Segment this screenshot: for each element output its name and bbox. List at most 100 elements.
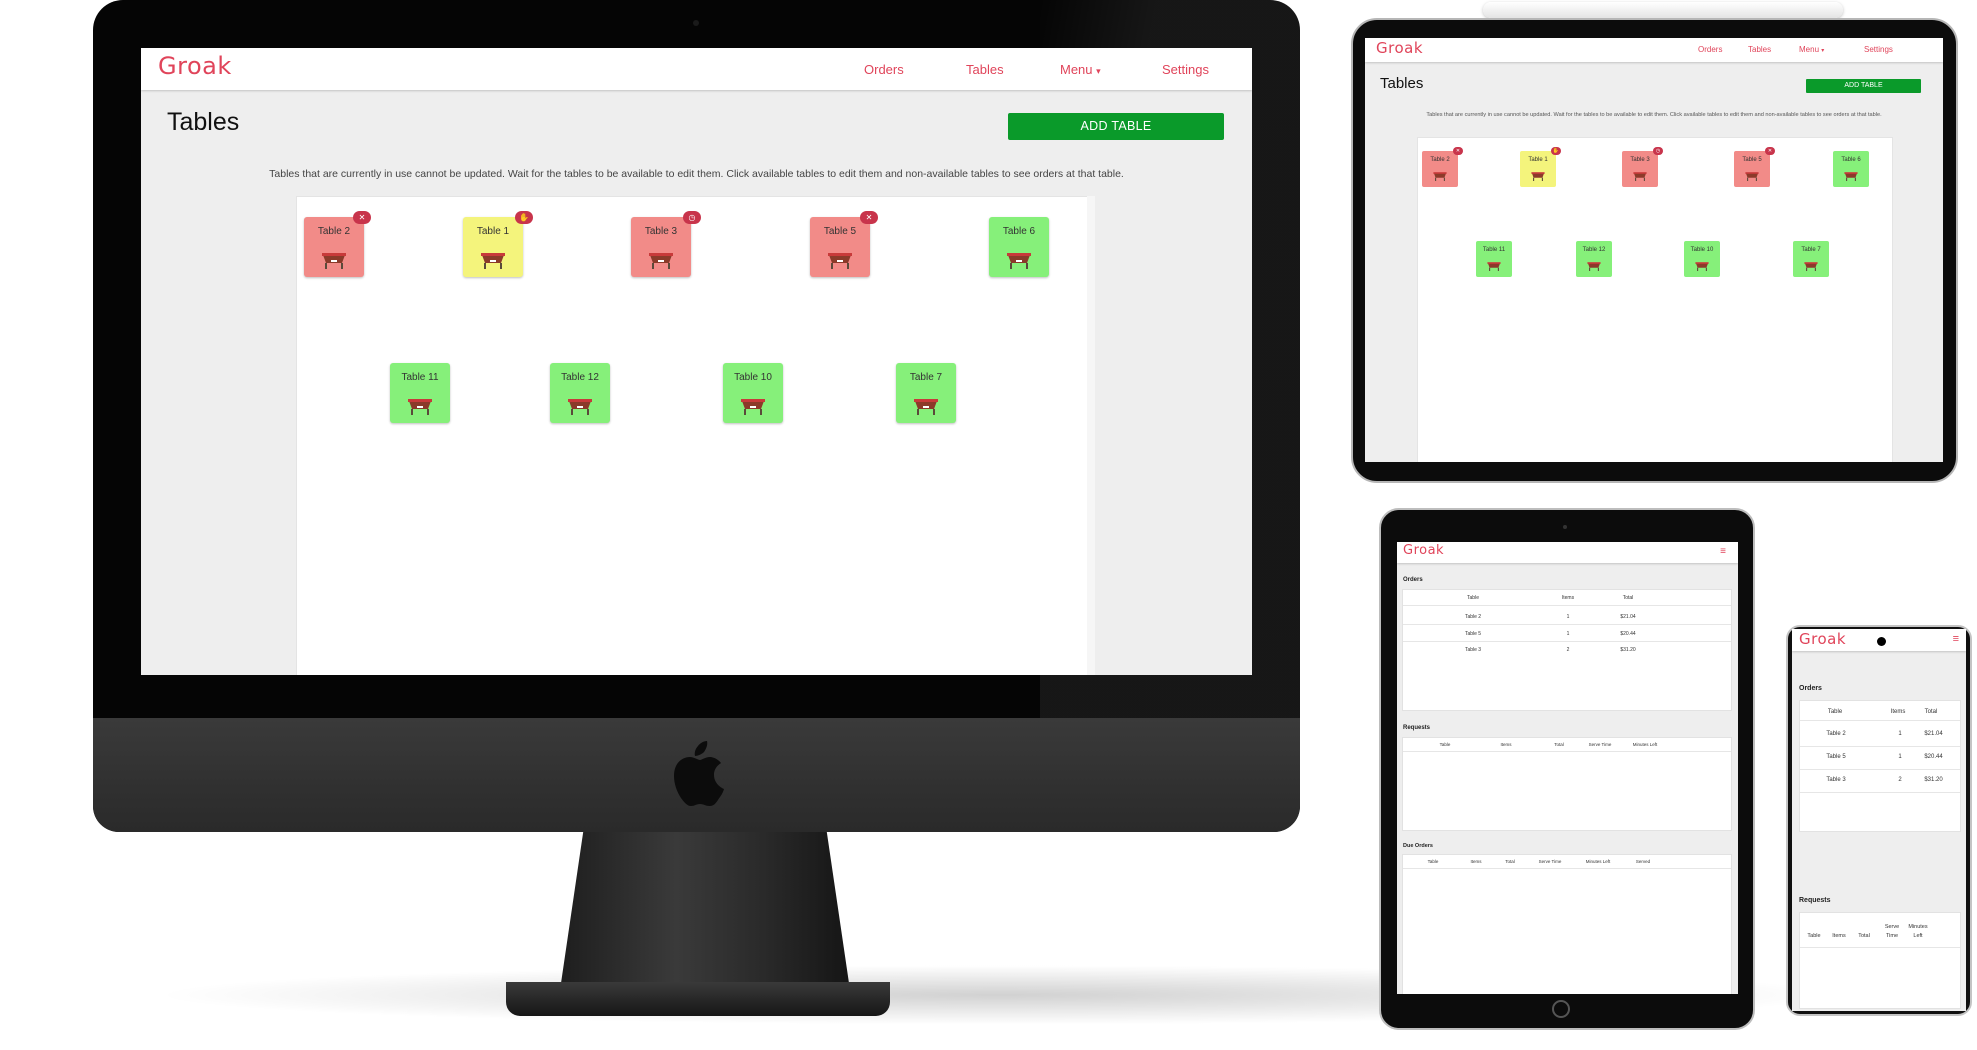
order-table[interactable]: Table 5	[1816, 754, 1856, 760]
nav-orders[interactable]: Orders	[1698, 45, 1722, 54]
groak-logo[interactable]: Groak	[158, 52, 232, 80]
orders-panel: Table Items Total Table 2 1 $21.04 Table…	[1799, 700, 1961, 832]
clock-icon: ◷	[1653, 147, 1663, 155]
page-title: Tables	[1380, 75, 1424, 92]
orders-title: Orders	[1403, 577, 1423, 583]
table-chairs-icon	[1487, 262, 1501, 271]
apple-pencil	[1483, 2, 1843, 18]
table-card-11[interactable]: Table 11	[390, 363, 450, 423]
order-table[interactable]: Table 5	[1458, 631, 1488, 637]
table-card-6[interactable]: Table 6	[1833, 151, 1869, 187]
navbar: Groak ≡	[1792, 629, 1966, 651]
table-label: Table 3	[644, 226, 678, 237]
order-total: $21.04	[1620, 614, 1636, 620]
nav-orders[interactable]: Orders	[864, 62, 904, 77]
table-chairs-icon	[1433, 172, 1447, 181]
table-header: Total	[1554, 742, 1564, 747]
order-total: $31.20	[1924, 777, 1943, 783]
nav-settings[interactable]: Settings	[1162, 62, 1209, 77]
hamburger-menu-icon[interactable]: ≡	[1720, 546, 1726, 557]
table-card-3[interactable]: Table 3 ◷	[1622, 147, 1663, 187]
add-table-button[interactable]: ADD TABLE	[1806, 79, 1921, 93]
table-chairs-icon	[914, 399, 938, 415]
table-card-11[interactable]: Table 11	[1476, 241, 1512, 277]
hand-icon: ✋	[1551, 147, 1561, 155]
dining-icon: ✕	[860, 211, 878, 224]
table-card-5[interactable]: Table 5 ✕	[810, 211, 878, 277]
table-label: Table 7	[909, 372, 943, 383]
table-header: Items	[1561, 595, 1575, 601]
order-table[interactable]: Table 3	[1458, 647, 1488, 653]
order-items: 1	[1898, 731, 1902, 737]
table-chairs-icon	[649, 253, 673, 269]
order-total: $20.44	[1924, 754, 1943, 760]
table-label: Table 2	[317, 226, 351, 237]
table-header: Minutes Left	[1632, 742, 1658, 747]
table-card-1[interactable]: Table 1 ✋	[463, 211, 533, 277]
table-card-10[interactable]: Table 10	[723, 363, 783, 423]
hamburger-menu-icon[interactable]: ≡	[1953, 633, 1959, 645]
add-table-button[interactable]: ADD TABLE	[1008, 113, 1224, 140]
order-items: 1	[1566, 631, 1570, 637]
table-card-1[interactable]: Table 1 ✋	[1520, 147, 1561, 187]
camera-icon	[693, 20, 699, 26]
table-card-6[interactable]: Table 6	[989, 217, 1049, 277]
row-divider	[1800, 947, 1960, 948]
table-chairs-icon	[481, 253, 505, 269]
desktop-screen: Groak Orders Tables Menu ▾ Settings Tabl…	[141, 48, 1252, 675]
table-chairs-icon	[1587, 262, 1601, 271]
table-card-12[interactable]: Table 12	[1576, 241, 1612, 277]
table-label: Table 10	[734, 372, 772, 383]
order-table[interactable]: Table 3	[1816, 777, 1856, 783]
table-label: Table 1	[476, 226, 510, 237]
order-table[interactable]: Table 2	[1458, 614, 1488, 620]
nav-settings[interactable]: Settings	[1864, 45, 1893, 54]
front-camera-icon	[1877, 637, 1886, 646]
order-items: 1	[1898, 754, 1902, 760]
floor-plan	[296, 196, 1089, 675]
orders-panel: Table Items Total Table 2 1 $21.04 Table…	[1402, 589, 1732, 711]
orders-title: Orders	[1799, 685, 1822, 692]
imac-stand-foot	[506, 982, 890, 1016]
due-orders-panel: Table Items Total Serve Time Minutes Lef…	[1402, 854, 1732, 994]
table-header: Table	[1467, 595, 1479, 601]
requests-panel: Table Items Total Serve Time Minutes Lef…	[1799, 912, 1961, 1009]
table-chairs-icon	[1745, 172, 1759, 181]
dining-icon: ✕	[1765, 147, 1775, 155]
row-divider	[1403, 641, 1731, 642]
order-items: 2	[1566, 647, 1570, 653]
table-card-2[interactable]: Table 2 ✕	[304, 211, 371, 277]
camera-icon	[1563, 525, 1567, 529]
table-header: Items	[1470, 859, 1482, 864]
groak-logo[interactable]: Groak	[1403, 543, 1444, 558]
nav-menu[interactable]: Menu ▾	[1060, 62, 1101, 77]
table-card-3[interactable]: Table 3 ◷	[631, 211, 701, 277]
table-chairs-icon	[1804, 262, 1818, 271]
table-header: Total	[1505, 859, 1515, 864]
table-card-2[interactable]: Table 2 ✕	[1422, 147, 1463, 187]
order-table[interactable]: Table 2	[1816, 731, 1856, 737]
table-card-12[interactable]: Table 12	[550, 363, 610, 423]
nav-menu[interactable]: Menu ▾	[1799, 45, 1824, 54]
table-label: Table 12	[1582, 247, 1606, 253]
table-header: Items	[1890, 709, 1906, 715]
groak-logo[interactable]: Groak	[1376, 39, 1423, 57]
due-orders-title: Due Orders	[1403, 843, 1433, 849]
table-card-7[interactable]: Table 7	[896, 363, 956, 423]
nav-tables[interactable]: Tables	[1748, 45, 1771, 54]
table-chairs-icon	[322, 253, 346, 269]
order-items: 2	[1898, 777, 1902, 783]
table-header: Total	[1858, 933, 1870, 939]
groak-logo[interactable]: Groak	[1799, 630, 1846, 648]
home-button[interactable]	[1552, 1000, 1570, 1018]
phone-screen: Groak ≡ Orders Table Items Total Table 2…	[1792, 629, 1966, 1011]
order-items: 1	[1566, 614, 1570, 620]
table-card-5[interactable]: Table 5 ✕	[1734, 147, 1775, 187]
table-card-7[interactable]: Table 7	[1793, 241, 1829, 277]
table-card-10[interactable]: Table 10	[1684, 241, 1720, 277]
nav-menu-label: Menu	[1060, 62, 1093, 77]
nav-tables[interactable]: Tables	[966, 62, 1004, 77]
floor-plan-scrollbar[interactable]	[1087, 196, 1095, 675]
tablet-portrait-screen: Groak ≡ Orders Table Items Total Table 2…	[1397, 542, 1738, 994]
table-header: Total	[1924, 709, 1938, 715]
